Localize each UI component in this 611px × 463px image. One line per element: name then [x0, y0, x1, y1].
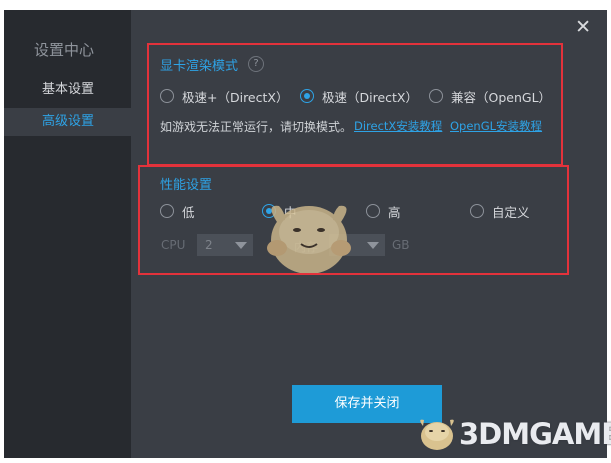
- sidebar-item-advanced-settings[interactable]: 高级设置: [4, 108, 131, 136]
- sidebar: 设置中心 基本设置 高级设置: [4, 10, 131, 458]
- site-watermark: 3DMGAME: [415, 410, 611, 458]
- performance-highlight-box: [138, 165, 569, 275]
- screenshot-frame: 设置中心 基本设置 高级设置 ✕ 显卡渲染模式 ? 极速+（DirectX） 极…: [0, 0, 611, 463]
- render-mode-highlight-box: [147, 43, 563, 166]
- sidebar-item-basic-settings[interactable]: 基本设置: [4, 76, 131, 104]
- watermark-text: 3DMGAME: [459, 417, 611, 451]
- sidebar-title: 设置中心: [34, 41, 95, 59]
- settings-window: 设置中心 基本设置 高级设置 ✕ 显卡渲染模式 ? 极速+（DirectX） 极…: [4, 10, 607, 458]
- mascot-logo-icon: [420, 419, 454, 450]
- close-icon[interactable]: ✕: [575, 16, 591, 38]
